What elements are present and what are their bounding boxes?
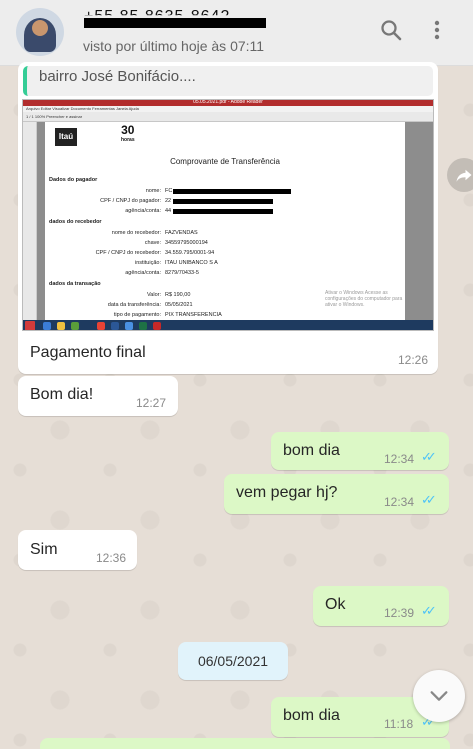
message-bubble-outgoing-partial[interactable] xyxy=(40,738,450,749)
avatar-face xyxy=(32,20,48,36)
message-text: bom dia xyxy=(283,442,340,459)
payer-account-value: 44 xyxy=(165,208,172,214)
key-label: chave: xyxy=(144,240,161,246)
receipt-page: Itaú 30 horas Comprovante de Transferênc… xyxy=(45,122,405,320)
message-bubble-incoming[interactable]: Sim 12:36 xyxy=(18,530,137,570)
chevron-down-icon xyxy=(430,691,448,701)
message-time: 12:26 xyxy=(397,353,428,367)
quoted-message[interactable]: bairro José Bonifácio.... xyxy=(23,66,433,96)
ie-icon xyxy=(43,322,51,330)
itau-logo: Itaú xyxy=(55,128,77,146)
message-text: bom dia xyxy=(283,707,340,724)
pdf-side-panel xyxy=(23,122,37,320)
date-divider: 06/05/2021 xyxy=(178,642,288,680)
app-icon xyxy=(125,322,133,330)
message-time: 12:34 xyxy=(384,452,415,466)
institution-value: ITAU UNIBANCO S A xyxy=(165,260,218,266)
brand-logo: 30 horas xyxy=(121,124,135,145)
search-icon[interactable] xyxy=(376,18,406,48)
last-seen-status: visto por último hoje às 07:11 xyxy=(83,38,265,54)
redaction-bar xyxy=(173,199,273,204)
brand-logo-word: horas xyxy=(121,137,135,143)
windows-taskbar xyxy=(23,320,433,330)
message-text: Bom dia! xyxy=(30,386,94,403)
message-text: Ok xyxy=(325,596,346,613)
payer-cpf-value: 22 xyxy=(165,198,172,204)
message-time: 12:34 xyxy=(384,495,415,509)
word-icon xyxy=(111,322,119,330)
message-bubble-outgoing[interactable]: vem pegar hj? 12:34 ✓✓ xyxy=(224,474,449,514)
app-icon xyxy=(71,322,79,330)
chrome-icon xyxy=(97,322,105,330)
forward-icon[interactable] xyxy=(447,158,473,192)
value-label: Valor: xyxy=(147,292,161,298)
message-text: vem pegar hj? xyxy=(236,484,338,501)
pdf-window-title: 05.05.2021.pdf - Adobe Reader xyxy=(193,99,263,105)
double-check-read-icon: ✓✓ xyxy=(421,449,437,464)
transfer-receipt-image[interactable]: 05.05.2021.pdf - Adobe Reader Arquivo Ed… xyxy=(22,99,434,331)
redaction-bar xyxy=(173,209,273,214)
receiver-cpf-value: 34.559.795/0001-94 xyxy=(165,250,215,256)
message-bubble-outgoing[interactable]: Ok 12:39 ✓✓ xyxy=(313,586,449,626)
payer-account-label: agência/conta: xyxy=(125,208,161,214)
date-value: 05/05/2021 xyxy=(165,302,193,308)
message-time: 12:36 xyxy=(96,551,127,565)
more-vertical-icon[interactable] xyxy=(422,18,452,48)
receiver-name-value: FAZVENDAS xyxy=(165,230,198,236)
message-time: 12:27 xyxy=(136,396,167,410)
receiver-account-value: 8279/70433-5 xyxy=(165,270,199,276)
message-time: 11:18 xyxy=(384,717,414,731)
avatar[interactable] xyxy=(16,8,64,56)
receiver-account-label: agência/conta: xyxy=(125,270,161,276)
message-bubble-outgoing[interactable]: bom dia 12:34 ✓✓ xyxy=(271,432,449,470)
transaction-section-heading: dados da transação xyxy=(49,281,101,287)
date-label: data da transferência: xyxy=(107,302,161,308)
image-message[interactable]: bairro José Bonifácio.... 05.05.2021.pdf… xyxy=(18,62,438,374)
double-check-read-icon: ✓✓ xyxy=(421,603,437,618)
message-bubble-incoming[interactable]: Bom dia! 12:27 xyxy=(18,376,178,416)
redaction-bar xyxy=(84,18,266,28)
double-check-read-icon: ✓✓ xyxy=(421,492,437,507)
message-time: 12:39 xyxy=(384,606,415,620)
receiver-cpf-label: CPF / CNPJ do recebedor: xyxy=(95,250,161,256)
payer-section-heading: Dados do pagador xyxy=(49,177,98,183)
chat-header: +55 85 8635-8642 visto por último hoje à… xyxy=(0,0,473,66)
payment-type-label: tipo de pagamento: xyxy=(113,312,161,318)
excel-icon xyxy=(139,322,147,330)
start-icon xyxy=(25,321,35,330)
receiver-name-label: nome do recebedor: xyxy=(111,230,161,236)
institution-label: instituição: xyxy=(135,260,161,266)
value-amount: R$ 190,00 xyxy=(165,292,191,298)
windows-activation-watermark: Ativar o Windows Acesse as configurações… xyxy=(325,290,403,308)
message-text: Sim xyxy=(30,541,58,558)
adobe-reader-icon xyxy=(153,322,161,330)
quoted-text: bairro José Bonifácio.... xyxy=(39,68,196,85)
folder-icon xyxy=(57,322,65,330)
receiver-section-heading: dados do recebedor xyxy=(49,219,102,225)
payer-cpf-label: CPF / CNPJ do pagador: xyxy=(100,198,161,204)
scroll-down-button[interactable] xyxy=(413,670,465,722)
payment-type-value: PIX TRANSFERENCIA xyxy=(165,312,222,318)
receipt-title: Comprovante de Transferência xyxy=(170,157,280,166)
redaction-bar xyxy=(173,189,291,194)
pdf-toolbar: 1 / 1 100% Preencher e assinar xyxy=(23,112,433,122)
payer-name-label: nome: xyxy=(145,188,161,194)
payer-name-value: FC xyxy=(165,188,173,194)
key-value: 34559795000194 xyxy=(165,240,208,246)
image-caption: Pagamento final xyxy=(30,344,146,361)
